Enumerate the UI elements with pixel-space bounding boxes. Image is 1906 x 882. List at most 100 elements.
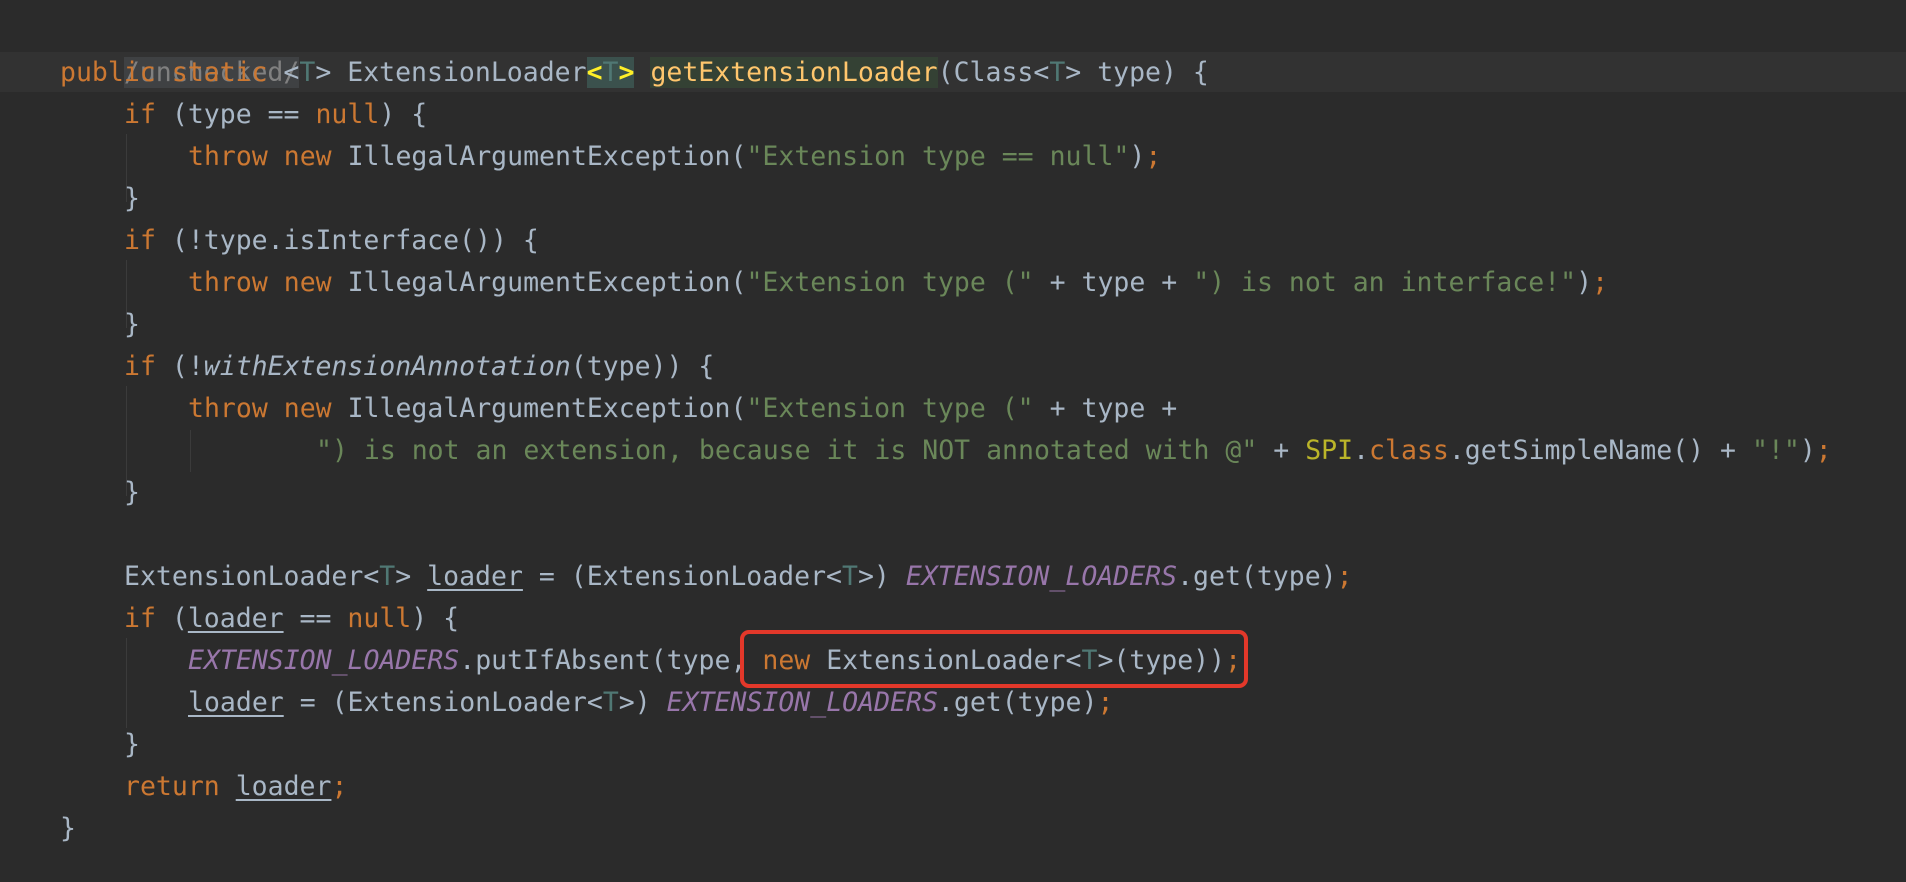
text-token: .get(type) [937,687,1098,718]
semicolon-token: ; [1815,435,1832,466]
keyword-token: class [1369,435,1449,466]
type-param-token: T [602,57,619,88]
text-token: = (ExtensionLoader< [283,687,603,718]
code-line-8: } [124,304,140,346]
keyword-token: null [315,99,380,130]
local-variable-token: loader [187,603,284,634]
keyword-token: static [171,57,268,88]
text-token: ExtensionLoader< [124,561,380,592]
code-line-9: if (!withExtensionAnnotation(type)) { [124,346,714,388]
keyword-token: if [124,99,156,130]
text-token: < [267,57,300,88]
static-field-token: EXTENSION_LOADERS [905,561,1178,592]
text-token: ) [1129,141,1146,172]
text-token: (type == [155,99,316,130]
text-token: . [1353,435,1370,466]
text-token: > type) { [1065,57,1209,88]
code-line-2: public static <T> ExtensionLoader<T> get… [60,52,1209,94]
code-line-17: loader = (ExtensionLoader<T>) EXTENSION_… [188,682,1113,724]
code-line-19: return loader; [124,766,347,808]
keyword-token: null [347,603,412,634]
indent-guide [126,638,127,728]
string-token: ") is not an interface!" [1193,267,1577,298]
semicolon-token: ; [1592,267,1609,298]
local-variable-token: loader [188,687,284,718]
code-line-12: } [124,472,140,514]
text-token: } [124,729,140,760]
code-line-18: } [124,724,140,766]
local-variable-token: loader [427,561,523,592]
text-token: } [60,813,76,844]
text-token: (type)) { [570,351,715,382]
text-token: (!type.isInterface()) { [155,225,539,256]
keyword-token: new [283,267,332,298]
code-line-1: /unchecked/ [60,10,300,88]
local-variable-token: loader [235,771,332,802]
text-token: (Class< [937,57,1050,88]
text-token: (! [155,351,204,382]
text-token: IllegalArgumentException( [331,393,747,424]
keyword-token: new [283,393,332,424]
text-token: ) { [379,99,428,130]
keyword-token: return [124,771,220,802]
text-token: + [1257,435,1306,466]
static-field-token: EXTENSION_LOADERS [666,687,938,718]
text-token: + type + [1033,267,1194,298]
static-method-token: withExtensionAnnotation [203,351,571,382]
text-token: ( [155,603,188,634]
string-token: "Extension type (" [746,267,1034,298]
keyword-token: throw [188,141,268,172]
static-field-token: EXTENSION_LOADERS [188,645,460,676]
text-token: + type + [1033,393,1178,424]
text-token: .getSimpleName() + [1448,435,1752,466]
keyword-token: throw [188,267,268,298]
semicolon-token: ; [331,771,348,802]
string-token: "Extension type (" [746,393,1034,424]
text-token: ) { [411,603,460,634]
code-line-5: } [124,178,140,220]
code-line-10: throw new IllegalArgumentException("Exte… [188,388,1177,430]
text-token: } [124,183,140,214]
text-token: .get(type) [1177,561,1337,592]
text-token: == [283,603,348,634]
type-param-token: T [602,687,619,718]
type-param-token: T [299,57,316,88]
text-token: } [124,309,140,340]
text-token: IllegalArgumentException( [331,267,747,298]
keyword-token: if [124,603,156,634]
code-line-11: ") is not an extension, because it is NO… [316,430,1832,472]
text-token: IllegalArgumentException( [331,141,747,172]
code-line-3: if (type == null) { [124,94,427,136]
string-token: "!" [1751,435,1800,466]
code-line-14: ExtensionLoader<T> loader = (ExtensionLo… [124,556,1353,598]
code-line-4: throw new IllegalArgumentException("Exte… [188,136,1161,178]
text-token: ) [1799,435,1816,466]
text-token: ) [1576,267,1593,298]
string-token: "Extension type == null" [746,141,1130,172]
text-token: >) [618,687,667,718]
text-token: = (ExtensionLoader< [522,561,842,592]
code-line-6: if (!type.isInterface()) { [124,220,539,262]
code-editor[interactable]: /unchecked/ public static <T> ExtensionL… [0,0,1906,882]
semicolon-token: ; [1097,687,1114,718]
semicolon-token: ; [1336,561,1353,592]
text-token: > ExtensionLoader [315,57,587,88]
matched-bracket: > [618,57,635,88]
keyword-token: if [124,351,156,382]
text-token: .putIfAbsent(type, [459,645,763,676]
method-name-token: getExtensionLoader [650,57,938,88]
text-token: } [124,477,140,508]
keyword-token: if [124,225,156,256]
code-line-20: } [60,808,76,850]
text-token: >) [857,561,906,592]
type-param-token: T [379,561,396,592]
annotation-class-token: SPI [1305,435,1354,466]
keyword-token: public [60,57,156,88]
code-line-15: if (loader == null) { [124,598,459,640]
text-token: > [395,561,428,592]
